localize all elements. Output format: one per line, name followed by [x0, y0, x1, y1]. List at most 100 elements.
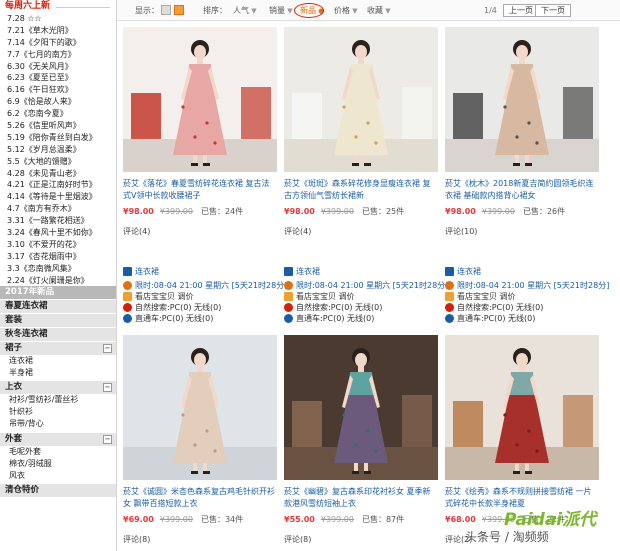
sidebar-item-halfskirt[interactable]: 半身裙 [0, 367, 116, 379]
product-card[interactable]: 菸艾《诚圆》米杏色森系复古鸡毛针织开衫女 飘带百搭短款上衣 ¥69.00 ¥399.… [123, 335, 277, 546]
sidebar-item-week[interactable]: 6.2《恋南今夏》 [0, 108, 116, 120]
highlight-circle [294, 3, 324, 18]
promo-timer-row: 限时:08-04 21:00 星期六 [5天21时28分] [123, 280, 298, 291]
clock-icon [123, 281, 132, 290]
promo-timer-row: 限时:08-04 21:00 星期六 [5天21时28分] [284, 280, 459, 291]
list-view-icon[interactable] [161, 5, 171, 15]
sidebar-header-outer[interactable]: 外套 − [0, 432, 116, 446]
promo-shop-link[interactable]: 看店宝宝贝 调价 [135, 291, 194, 302]
sidebar-item-week[interactable]: 6.9《恰是故人来》 [0, 96, 116, 108]
sort-favorites[interactable]: 收藏 ▼ [367, 4, 391, 17]
prev-page-button[interactable]: 上一页 [503, 4, 539, 17]
product-title-link[interactable]: 菸艾《枕木》2018新夏吉简约圆领毛织连衣裙 基础款内搭背心裙女 [445, 178, 599, 202]
sidebar-header-discount[interactable]: 清仓特价 [0, 483, 116, 497]
sidebar-item-week[interactable]: 5.26《信里听风声》 [0, 120, 116, 132]
promo-category-link[interactable]: 连衣裙 [296, 266, 320, 277]
sidebar-item-week[interactable]: 6.23《夏至已至》 [0, 72, 116, 84]
sort-sales[interactable]: 销量 ▼ [269, 4, 293, 17]
sidebar-item-week[interactable]: 3.31《一路繁花相送》 [0, 215, 116, 227]
price-row: ¥98.00 ¥399.00 已售：25件 [284, 206, 438, 218]
sidebar-header-skirts[interactable]: 裙子 − [0, 342, 116, 356]
price-row: ¥55.00 ¥399.00 已售：87件 [284, 514, 438, 526]
next-page-button[interactable]: 下一页 [535, 4, 571, 17]
product-image[interactable] [445, 27, 599, 172]
grid-view-icon[interactable] [174, 5, 184, 15]
promo-category-link[interactable]: 连衣裙 [135, 266, 159, 277]
sidebar-item-down[interactable]: 棉衣/羽绒服 [0, 458, 116, 470]
sidebar-item-cami[interactable]: 吊带/背心 [0, 418, 116, 430]
product-card[interactable]: 菸艾《枕木》2018新夏吉简约圆领毛织连衣裙 基础款内搭背心裙女 ¥98.00 ¥3… [445, 27, 599, 238]
collapse-icon[interactable]: − [103, 383, 112, 393]
sidebar-item-week[interactable]: 4.21《正是江南好时节》 [0, 179, 116, 191]
sidebar-item-week[interactable]: 3.10《不爱开的花》 [0, 239, 116, 251]
sidebar-item-dress[interactable]: 连衣裙 [0, 355, 116, 367]
shop-icon [123, 292, 132, 301]
product-reviews-link[interactable]: 评论(4) [123, 226, 277, 238]
product-image[interactable] [123, 27, 277, 172]
sidebar-item-week[interactable]: 7.7《七月的南方》 [0, 49, 116, 61]
sidebar-item-week[interactable]: 5.19《陪你青丝到白发》 [0, 132, 116, 144]
product-photo [284, 335, 438, 480]
store-page: 每周六上新 7.28 ☆☆ 7.21《草木光阴》 7.14《夕阳下的歌》 7.7《七月… [0, 0, 620, 551]
sidebar-header-weekly-new[interactable]: 每周六上新 [0, 0, 116, 13]
sidebar-item-wool[interactable]: 毛呢外套 [0, 446, 116, 458]
sidebar-item-week[interactable]: 4.14《等待是十里烟波》 [0, 191, 116, 203]
product-card[interactable]: 菸艾《斑斑》森系碎花修身显瘦连衣裙 复古方领仙气雪纺长裙新 ¥98.00 ¥399.… [284, 27, 438, 238]
sidebar-item-autumn[interactable]: 秋冬连衣裙 [0, 328, 116, 342]
product-image[interactable] [284, 27, 438, 172]
sidebar-item-week[interactable]: 7.21《草木光阴》 [0, 25, 116, 37]
product-title-link[interactable]: 菸艾《幽碧》复古森系印花衬衫女 夏季新款港风雪纺短袖上衣 [284, 486, 438, 510]
shop-icon [445, 292, 454, 301]
promo-cart-stats: 直通车:PC(0) 无线(0) [296, 314, 375, 323]
sidebar-item-spring[interactable]: 春夏连衣裙 [0, 300, 116, 314]
product-image[interactable] [445, 335, 599, 480]
promo-category-link[interactable]: 连衣裙 [457, 266, 481, 277]
sort-favorites-label: 收藏 [367, 6, 383, 15]
sidebar-item-shirts[interactable]: 衬衫/雪纺衫/蕾丝衫 [0, 394, 116, 406]
sidebar-item-trench[interactable]: 风衣 [0, 470, 116, 482]
sidebar-item-suits[interactable]: 套装 [0, 314, 116, 328]
product-card[interactable]: 菸艾《落花》春夏雪纺碎花连衣裙 复古法式V领中长款收腰裙子 ¥98.00 ¥399.… [123, 27, 277, 238]
sort-price[interactable]: 价格 ▼ [334, 4, 358, 17]
sidebar-item-week[interactable]: 2.24《灯火阑珊是你》 [0, 275, 116, 287]
product-reviews-link[interactable]: 评论(8) [284, 534, 438, 546]
sidebar-item-week[interactable]: 4.7《南方有乔木》 [0, 203, 116, 215]
product-price: ¥55.00 [284, 515, 315, 524]
sidebar-item-week[interactable]: 5.12《岁月总温柔》 [0, 144, 116, 156]
page-indicator: 1/4 [484, 6, 497, 15]
promo-search-row: 自然搜索:PC(0) 无线(0) [123, 302, 298, 313]
sidebar-item-knit[interactable]: 针织衫 [0, 406, 116, 418]
promo-cart-stats: 直通车:PC(0) 无线(0) [135, 314, 214, 323]
sidebar-item-week[interactable]: 7.28 ☆☆ [0, 13, 116, 25]
promo-shop-link[interactable]: 看店宝宝贝 调价 [457, 291, 516, 302]
sidebar-item-week[interactable]: 6.16《午日狂欢》 [0, 84, 116, 96]
product-title-link[interactable]: 菸艾《落花》春夏雪纺碎花连衣裙 复古法式V领中长款收腰裙子 [123, 178, 277, 202]
sidebar-item-week[interactable]: 4.28《未见青山老》 [0, 168, 116, 180]
promo-cart-stats: 直通车:PC(0) 无线(0) [457, 314, 536, 323]
sidebar-header-2017[interactable]: 2017年新品 [0, 286, 116, 300]
sidebar-item-week[interactable]: 6.30《无关风月》 [0, 61, 116, 73]
clock-icon [445, 281, 454, 290]
sort-popularity[interactable]: 人气 ▼ [233, 4, 257, 17]
sidebar-item-week[interactable]: 3.17《杏花烟雨中》 [0, 251, 116, 263]
product-image[interactable] [123, 335, 277, 480]
promo-tag-row: 连衣裙 [445, 266, 620, 277]
sidebar-header-tops[interactable]: 上衣 − [0, 381, 116, 395]
product-title-link[interactable]: 菸艾《斑斑》森系碎花修身显瘦连衣裙 复古方领仙气雪纺长裙新 [284, 178, 438, 202]
promo-shop-link[interactable]: 看店宝宝贝 调价 [296, 291, 355, 302]
product-title-link[interactable]: 菸艾《诚圆》米杏色森系复古鸡毛针织开衫女 飘带百搭短款上衣 [123, 486, 277, 510]
category-sidebar: 每周六上新 7.28 ☆☆ 7.21《草木光阴》 7.14《夕阳下的歌》 7.7《七月… [0, 0, 117, 551]
sidebar-item-week[interactable]: 3.3《恋南微风集》 [0, 263, 116, 275]
collapse-icon[interactable]: − [103, 434, 112, 444]
product-card[interactable]: 菸艾《幽碧》复古森系印花衬衫女 夏季新款港风雪纺短袖上衣 ¥55.00 ¥399.0… [284, 335, 438, 546]
product-reviews-link[interactable]: 评论(8) [123, 534, 277, 546]
collapse-icon[interactable]: − [103, 344, 112, 354]
sidebar-item-week[interactable]: 7.14《夕阳下的歌》 [0, 37, 116, 49]
sidebar-item-week[interactable]: 3.24《春风十里不如你》 [0, 227, 116, 239]
tag-icon [123, 267, 132, 276]
product-reviews-link[interactable]: 评论(10) [445, 226, 599, 238]
promo-info: 连衣裙限时:08-04 21:00 星期六 [5天21时28分] 看店宝宝贝 调价… [284, 266, 459, 324]
product-reviews-link[interactable]: 评论(4) [284, 226, 438, 238]
sidebar-item-week[interactable]: 5.5《大地的馈赠》 [0, 156, 116, 168]
product-image[interactable] [284, 335, 438, 480]
